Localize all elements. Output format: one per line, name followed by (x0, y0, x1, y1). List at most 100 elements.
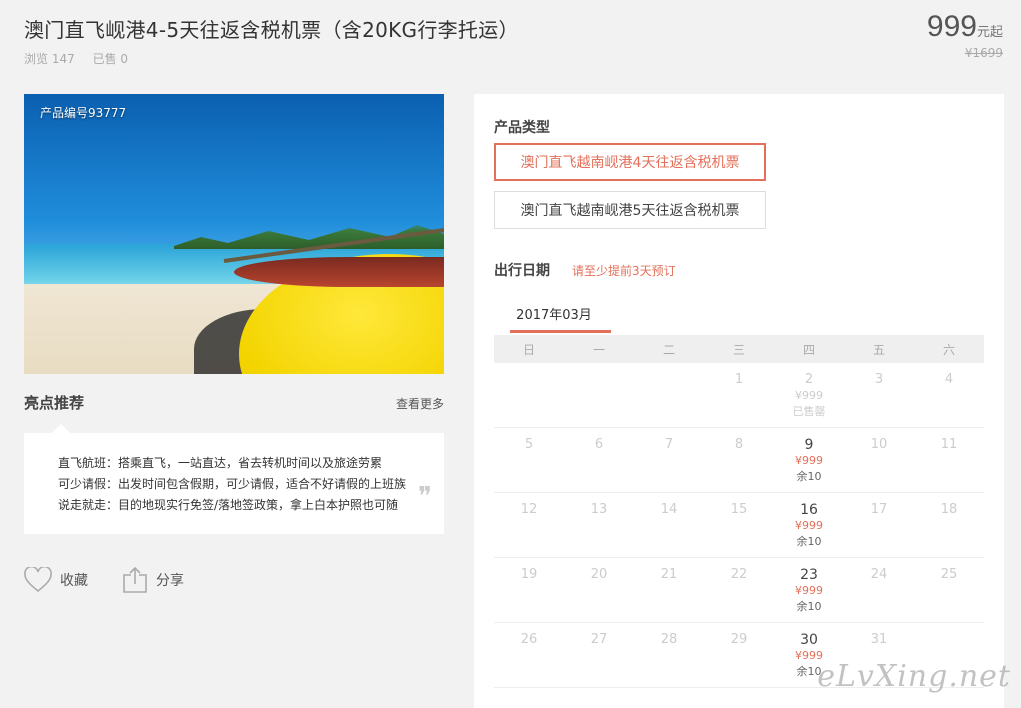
calendar-day: 17 (844, 493, 914, 557)
calendar-day: 12 (494, 493, 564, 557)
calendar-day[interactable]: 23 ¥999 余10 (774, 558, 844, 622)
weekday-label: 六 (942, 342, 955, 357)
share-icon (123, 566, 147, 593)
day-number: 29 (730, 632, 748, 647)
calendar-day: 1 (704, 363, 774, 427)
calendar-day: 24 (844, 558, 914, 622)
weekday-label: 一 (592, 342, 605, 357)
calendar-day: 6 (564, 428, 634, 492)
day-number: 22 (730, 567, 748, 582)
calendar-day: 11 (914, 428, 984, 492)
calendar-day: 21 (634, 558, 704, 622)
calendar-day: 15 (704, 493, 774, 557)
original-price: ¥1699 (964, 46, 1003, 60)
calendar-week-row: 1 2 ¥999 已售罄 3 4 (494, 363, 984, 428)
price-block: 999元起 ¥1699 (927, 10, 1003, 60)
calendar-day: 7 (634, 428, 704, 492)
calendar-weeks: 1 2 ¥999 已售罄 3 4 5 6 7 8 9 ¥999 余10 10 11 12 13 14 15 16 ¥99… (494, 363, 984, 688)
day-number: 6 (594, 437, 604, 452)
product-id-tag: 产品编号93777 (40, 106, 127, 120)
calendar-day: 19 (494, 558, 564, 622)
day-stock: 余10 (796, 600, 822, 613)
highlights-notch (52, 424, 70, 433)
day-number: 9 (804, 437, 814, 453)
day-number: 14 (660, 502, 678, 517)
day-price: ¥999 (795, 584, 823, 597)
day-price: ¥999 (795, 389, 823, 402)
day-number: 16 (800, 502, 818, 518)
day-stock: 已售罄 (792, 405, 826, 418)
month-tab-underline (510, 330, 611, 333)
weekday-label: 二 (662, 342, 675, 357)
heart-icon (24, 567, 52, 593)
watermark: eLvXing.net (817, 659, 1011, 694)
weekday-label: 日 (522, 342, 535, 357)
favorite-label: 收藏 (60, 573, 88, 589)
calendar-day: 3 (844, 363, 914, 427)
day-number: 28 (660, 632, 678, 647)
weekday-label: 四 (802, 342, 815, 357)
day-number: 25 (940, 567, 958, 582)
calendar-day: 13 (564, 493, 634, 557)
day-number: 8 (734, 437, 744, 452)
day-number: 4 (944, 372, 954, 387)
day-number: 31 (870, 632, 888, 647)
product-type-label: 产品类型 (494, 120, 550, 136)
price-value: 999 (926, 10, 977, 43)
day-number: 26 (520, 632, 538, 647)
product-option-5day[interactable]: 澳门直飞越南岘港5天往返含税机票 (494, 191, 766, 229)
calendar-day: 20 (564, 558, 634, 622)
highlights-lines: 直飞航班：搭乘直飞，一站直达，省去转机时间以及旅途劳累 可少请假：出发时间包含假… (58, 453, 406, 516)
booking-hint: 请至少提前3天预订 (572, 264, 676, 278)
weekday-header: 日一二三四五六 (494, 335, 984, 363)
day-number: 30 (800, 632, 818, 648)
calendar-day: 25 (914, 558, 984, 622)
day-number: 19 (520, 567, 538, 582)
calendar-day: 26 (494, 623, 564, 687)
view-count: 浏览 147 (24, 52, 75, 66)
booking-panel: 产品类型 澳门直飞越南岘港4天往返含税机票 澳门直飞越南岘港5天往返含税机票 出… (474, 94, 1004, 708)
quote-icon: ❞ (418, 482, 432, 512)
calendar-day: 5 (494, 428, 564, 492)
calendar-day[interactable]: 9 ¥999 余10 (774, 428, 844, 492)
calendar-day: 2 ¥999 已售罄 (774, 363, 844, 427)
calendar-day (634, 363, 704, 427)
highlight-line: 可少请假：出发时间包含假期，可少请假，适合不好请假的上班族 (58, 477, 407, 491)
product-option-4day[interactable]: 澳门直飞越南岘港4天往返含税机票 (494, 143, 766, 181)
product-title: 澳门直飞岘港4-5天往返含税机票（含20KG行李托运） (24, 18, 519, 42)
product-stats: 浏览 147 已售 0 (24, 50, 142, 67)
day-number: 20 (590, 567, 608, 582)
travel-date-label: 出行日期 (494, 263, 550, 279)
favorite-button[interactable]: 收藏 (24, 567, 88, 593)
calendar-day: 14 (634, 493, 704, 557)
day-price: ¥999 (795, 454, 823, 467)
calendar-day: 18 (914, 493, 984, 557)
calendar-day: 8 (704, 428, 774, 492)
calendar-day (494, 363, 564, 427)
day-stock: 余10 (796, 535, 822, 548)
day-number: 5 (524, 437, 534, 452)
calendar-day[interactable]: 16 ¥999 余10 (774, 493, 844, 557)
view-more-link[interactable]: 查看更多 (396, 395, 444, 412)
day-price: ¥999 (795, 519, 823, 532)
day-number: 23 (800, 567, 818, 583)
calendar-day: 28 (634, 623, 704, 687)
weekday-label: 五 (872, 342, 885, 357)
day-number: 11 (940, 437, 958, 452)
share-label: 分享 (156, 573, 184, 589)
share-button[interactable]: 分享 (122, 566, 184, 594)
day-number: 1 (734, 372, 744, 387)
sold-count: 已售 0 (92, 52, 129, 66)
day-number: 3 (874, 372, 884, 387)
day-number: 24 (870, 567, 888, 582)
day-number: 15 (730, 502, 748, 517)
highlights-title: 亮点推荐 (24, 394, 85, 412)
day-number: 27 (590, 632, 608, 647)
calendar-day (564, 363, 634, 427)
product-photo[interactable]: 产品编号93777 (24, 94, 444, 374)
day-number: 12 (520, 502, 538, 517)
day-stock: 余10 (796, 470, 822, 483)
calendar-month-tab[interactable]: 2017年03月 (504, 304, 604, 330)
calendar-week-row: 12 13 14 15 16 ¥999 余10 17 18 (494, 493, 984, 558)
calendar-day: 29 (704, 623, 774, 687)
